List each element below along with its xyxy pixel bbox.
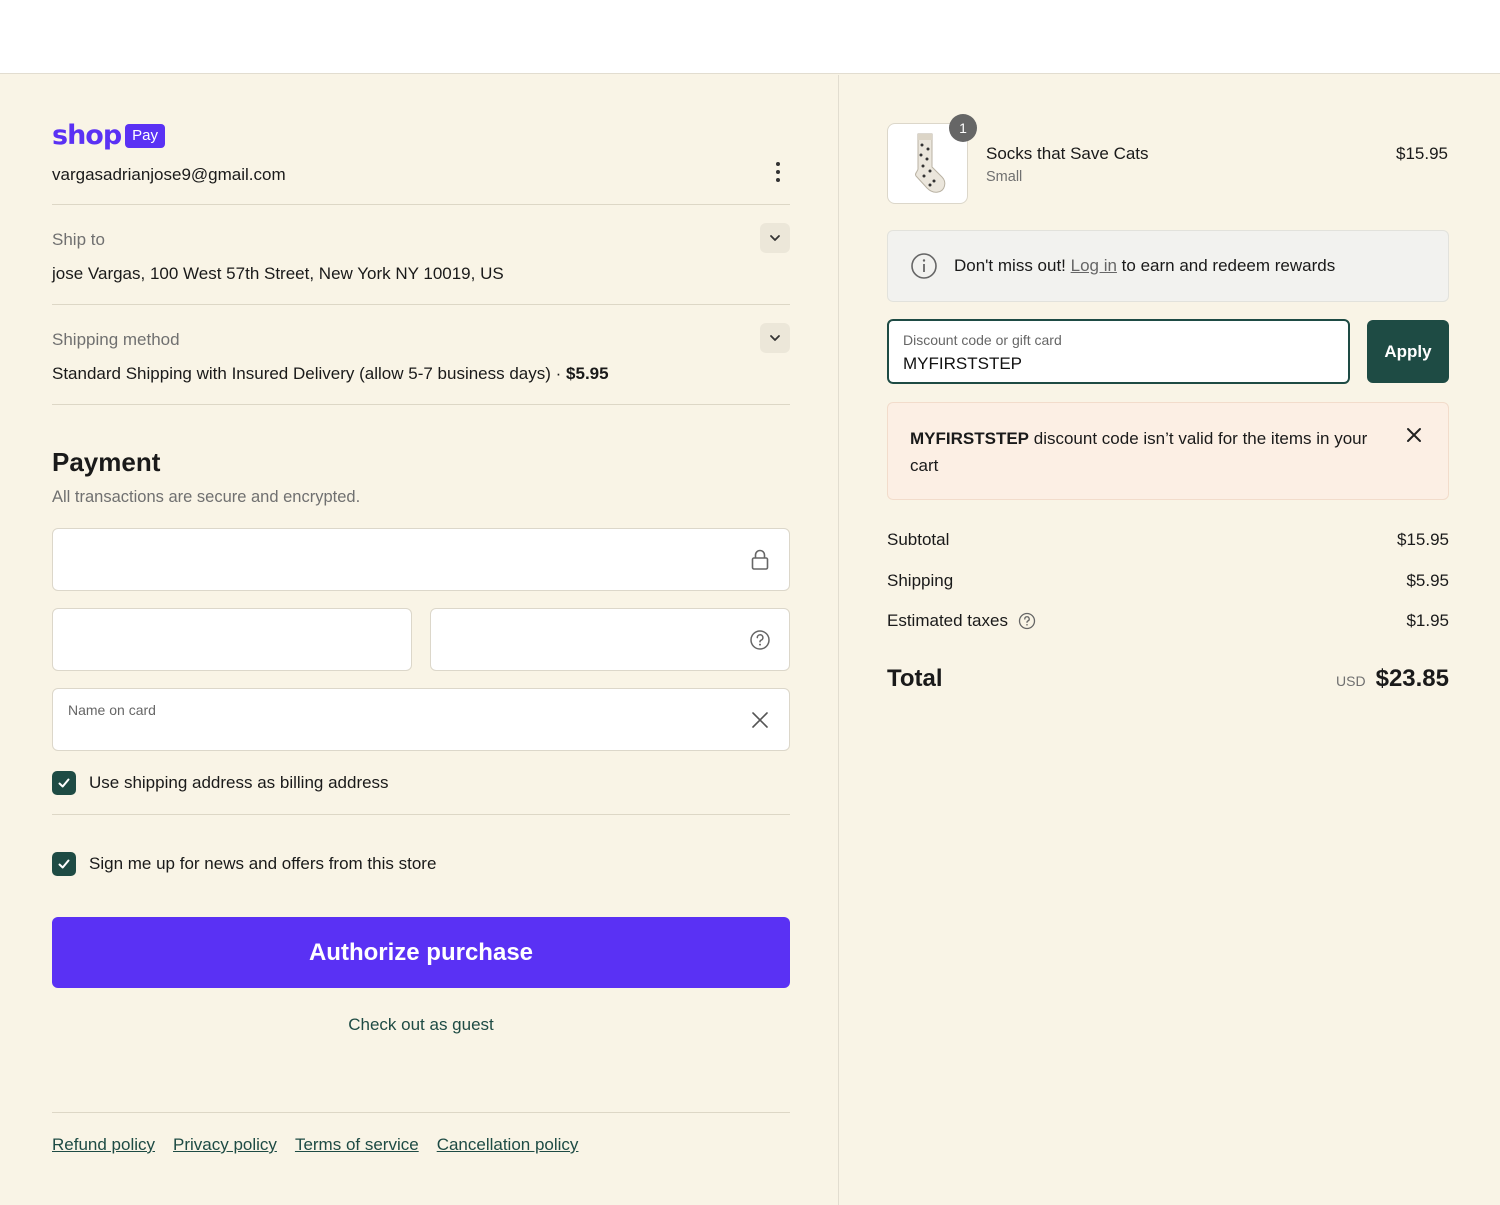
shop-pay-logo: shop Pay [52,120,166,151]
shop-pay-wordmark: shop [52,120,122,151]
account-email: vargasadrianjose9@gmail.com [52,165,286,184]
ship-to-address: jose Vargas, 100 West 57th Street, New Y… [52,264,504,283]
shop-pay-badge: Pay [125,123,166,148]
top-header-bar [0,0,1500,74]
card-number-field[interactable] [52,528,790,591]
discount-code-input[interactable]: Discount code or gift card MYFIRSTSTEP [887,319,1350,384]
help-circle-icon[interactable] [749,629,771,651]
total-amount: $23.85 [1375,665,1449,692]
rewards-text: Don't miss out! Log in to earn and redee… [954,256,1335,276]
checkout-form-panel: shop Pay vargasadrianjose9@gmail.com Shi… [0,75,838,1205]
rewards-banner: Don't miss out! Log in to earn and redee… [887,230,1449,302]
product-price: $15.95 [1396,144,1448,163]
divider [52,1112,790,1113]
authorize-purchase-button[interactable]: Authorize purchase [52,917,790,988]
security-code-field[interactable] [430,608,790,671]
newsletter-checkbox-label: Sign me up for news and offers from this… [89,854,437,873]
billing-address-checkbox[interactable]: Use shipping address as billing address [52,771,389,795]
product-variant: Small [986,169,1023,185]
help-circle-icon[interactable] [1018,612,1036,630]
discount-error-code: MYFIRSTSTEP [910,429,1030,448]
newsletter-checkbox[interactable]: Sign me up for news and offers from this… [52,852,436,876]
ship-to-expand-button[interactable] [760,223,790,253]
billing-address-checkbox-label: Use shipping address as billing address [89,773,389,792]
subtotal-label: Subtotal [887,530,950,549]
total-row: Total USD $23.85 [887,665,1449,693]
total-label: Total [887,665,943,692]
discount-code-label: Discount code or gift card [903,332,1062,348]
close-icon[interactable] [1404,425,1424,445]
subtotal-value: $15.95 [1397,530,1449,549]
shipping-row: Shipping $5.95 [887,571,1449,591]
discount-error-banner: MYFIRSTSTEP discount code isn’t valid fo… [887,402,1449,500]
checkbox-checked-icon[interactable] [52,852,76,876]
checkout-as-guest-link[interactable]: Check out as guest [52,1015,790,1035]
rewards-suffix: to earn and redeem rewards [1116,256,1336,275]
name-on-card-label: Name on card [68,702,156,718]
kebab-dot-icon [776,178,780,182]
terms-of-service-link[interactable]: Terms of service [295,1135,419,1155]
payment-heading: Payment [52,447,161,477]
ship-to-label: Ship to [52,230,105,249]
info-icon [911,253,937,279]
clear-icon[interactable] [749,709,771,731]
taxes-value: $1.95 [1406,611,1449,630]
taxes-label: Estimated taxes [887,611,1008,630]
taxes-label-group: Estimated taxes [887,611,1036,631]
kebab-dot-icon [776,170,780,174]
divider [52,404,790,405]
divider [52,204,790,205]
sock-product-image [914,133,945,193]
shipping-value: $5.95 [1406,571,1449,590]
log-in-link[interactable]: Log in [1071,256,1117,275]
rewards-prefix: Don't miss out! [954,256,1071,275]
chevron-down-icon [770,335,780,341]
shipping-method-label: Shipping method [52,330,180,349]
chevron-down-icon [770,235,780,241]
checkbox-checked-icon[interactable] [52,771,76,795]
account-menu-button[interactable] [768,160,788,184]
refund-policy-link[interactable]: Refund policy [52,1135,155,1155]
divider [52,304,790,305]
quantity-badge: 1 [949,114,977,142]
discount-error-text: MYFIRSTSTEP discount code isn’t valid fo… [910,425,1370,479]
total-value-group: USD $23.85 [1336,665,1449,693]
shipping-method-value: Standard Shipping with Insured Delivery … [52,364,609,384]
product-name: Socks that Save Cats [986,144,1149,163]
apply-discount-button[interactable]: Apply [1367,320,1449,383]
shipping-method-price: $5.95 [566,364,609,383]
footer-policy-links: Refund policy Privacy policy Terms of se… [52,1135,578,1155]
cancellation-policy-link[interactable]: Cancellation policy [437,1135,579,1155]
divider [52,814,790,815]
shipping-label: Shipping [887,571,954,590]
name-on-card-field[interactable]: Name on card [52,688,790,751]
subtotal-row: Subtotal $15.95 [887,530,1449,550]
total-currency: USD [1336,673,1366,689]
discount-code-value: MYFIRSTSTEP [903,354,1023,373]
payment-subtitle: All transactions are secure and encrypte… [52,488,361,506]
shipping-method-expand-button[interactable] [760,323,790,353]
taxes-row: Estimated taxes $1.95 [887,611,1449,631]
order-summary-panel: 1 Socks that Save Cats Small $15.95 Don'… [838,75,1500,1205]
expiration-date-field[interactable] [52,608,412,671]
shipping-method-description: Standard Shipping with Insured Delivery … [52,364,567,383]
privacy-policy-link[interactable]: Privacy policy [173,1135,277,1155]
kebab-dot-icon [776,162,780,166]
lock-icon [749,549,771,571]
